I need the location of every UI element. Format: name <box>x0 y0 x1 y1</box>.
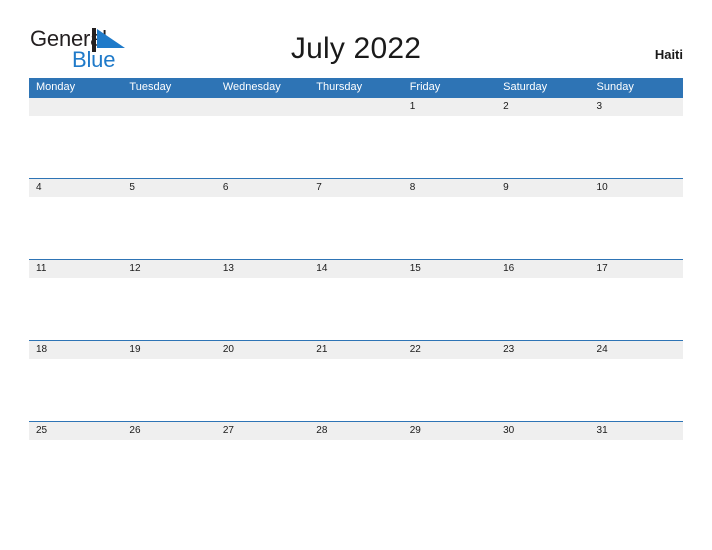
day-cell[interactable]: 15 <box>403 260 496 278</box>
calendar-week-row: 11 12 13 14 15 16 17 <box>29 259 683 340</box>
day-cell[interactable] <box>29 98 122 116</box>
day-cell[interactable]: 23 <box>496 341 589 359</box>
day-cell[interactable]: 3 <box>590 98 683 116</box>
day-cell[interactable]: 22 <box>403 341 496 359</box>
day-cell[interactable]: 24 <box>590 341 683 359</box>
calendar-week-row: 4 5 6 7 8 9 10 <box>29 178 683 259</box>
day-cell[interactable]: 18 <box>29 341 122 359</box>
day-of-week-friday: Friday <box>409 81 441 93</box>
day-cell[interactable]: 7 <box>309 179 402 197</box>
day-cell[interactable]: 1 <box>403 98 496 116</box>
day-cell[interactable]: 12 <box>122 260 215 278</box>
day-of-week-wednesday: Wednesday <box>222 81 281 93</box>
day-cell[interactable]: 5 <box>122 179 215 197</box>
week-note-area[interactable] <box>29 116 683 178</box>
week-date-band: 18 19 20 21 22 23 24 <box>29 340 683 359</box>
day-cell[interactable]: 30 <box>496 422 589 440</box>
page-title: July 2022 <box>290 32 422 65</box>
day-cell[interactable]: 26 <box>122 422 215 440</box>
day-cell[interactable]: 25 <box>29 422 122 440</box>
day-cell[interactable]: 9 <box>496 179 589 197</box>
week-note-area[interactable] <box>29 359 683 421</box>
day-cell[interactable]: 19 <box>122 341 215 359</box>
day-cell[interactable] <box>216 98 309 116</box>
day-of-week-sunday: Sunday <box>596 81 634 93</box>
day-cell[interactable]: 29 <box>403 422 496 440</box>
day-of-week-saturday: Saturday <box>503 81 548 93</box>
week-date-band: 25 26 27 28 29 30 31 <box>29 421 683 440</box>
day-cell[interactable]: 4 <box>29 179 122 197</box>
day-cell[interactable]: 11 <box>29 260 122 278</box>
week-date-band: 4 5 6 7 8 9 10 <box>29 178 683 197</box>
day-cell[interactable]: 2 <box>496 98 589 116</box>
calendar-grid: Monday Tuesday Wednesday Thursday Friday… <box>29 78 683 502</box>
day-cell[interactable]: 28 <box>309 422 402 440</box>
day-cell[interactable]: 31 <box>590 422 683 440</box>
calendar-week-row: 18 19 20 21 22 23 24 <box>29 340 683 421</box>
day-cell[interactable]: 20 <box>216 341 309 359</box>
day-cell[interactable] <box>122 98 215 116</box>
week-date-band: 1 2 3 <box>29 97 683 116</box>
day-cell[interactable] <box>309 98 402 116</box>
region-label: Haiti <box>654 47 683 62</box>
page-header: General Blue July 2022 Haiti <box>0 0 712 78</box>
week-note-area[interactable] <box>29 197 683 259</box>
day-of-week-thursday: Thursday <box>316 81 363 93</box>
day-cell[interactable]: 8 <box>403 179 496 197</box>
calendar-week-row: 1 2 3 <box>29 97 683 178</box>
calendar-week-row: 25 26 27 28 29 30 31 <box>29 421 683 502</box>
day-cell[interactable]: 27 <box>216 422 309 440</box>
week-note-area[interactable] <box>29 440 683 502</box>
day-cell[interactable]: 6 <box>216 179 309 197</box>
day-of-week-header: Monday Tuesday Wednesday Thursday Friday… <box>29 78 683 97</box>
day-cell[interactable]: 14 <box>309 260 402 278</box>
week-note-area[interactable] <box>29 278 683 340</box>
day-cell[interactable]: 16 <box>496 260 589 278</box>
day-cell[interactable]: 17 <box>590 260 683 278</box>
day-of-week-tuesday: Tuesday <box>129 81 172 93</box>
week-date-band: 11 12 13 14 15 16 17 <box>29 259 683 278</box>
day-cell[interactable]: 21 <box>309 341 402 359</box>
day-of-week-monday: Monday <box>36 81 76 93</box>
day-cell[interactable]: 13 <box>216 260 309 278</box>
day-cell[interactable]: 10 <box>590 179 683 197</box>
